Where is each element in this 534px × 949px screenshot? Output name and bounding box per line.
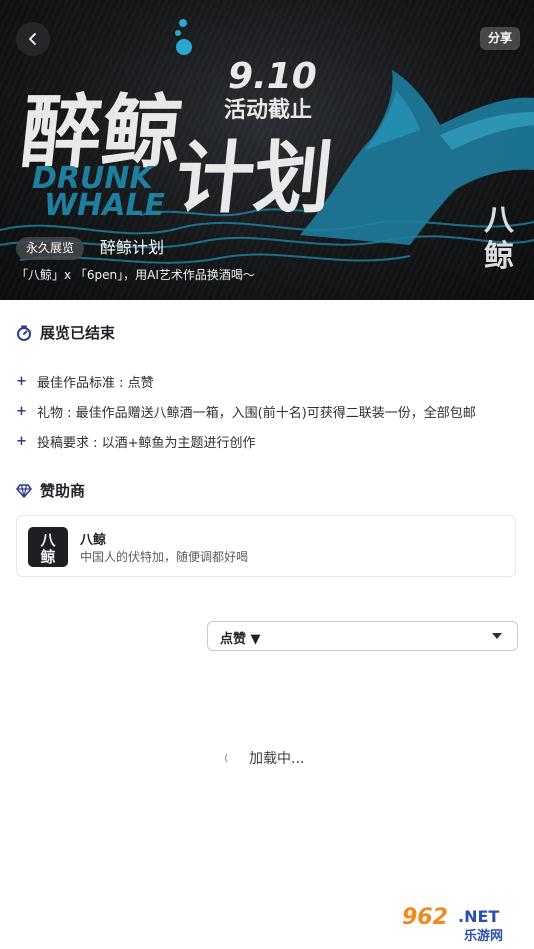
- site-watermark: 962 .NET 乐游网: [396, 900, 528, 944]
- timer-icon: [17, 325, 31, 341]
- status-title: 展览已结束: [40, 324, 116, 342]
- watermark-number: 962: [402, 905, 448, 930]
- brand-logo-icon: 八 鲸: [484, 203, 515, 274]
- rule-text: 投稿要求 : 以酒+鲸鱼为主题进行创作: [37, 435, 256, 451]
- list-item: + 投稿要求 : 以酒+鲸鱼为主题进行创作: [16, 426, 516, 456]
- exhibition-subtitle: 「八鲸」x 「6pen」，用AI艺术作品换酒喝〜: [16, 268, 255, 282]
- loading-text: 加载中...: [249, 751, 305, 767]
- back-button[interactable]: [16, 22, 50, 56]
- banner-date: 9.10: [228, 56, 317, 97]
- banner-title-en-2: WHALE: [44, 188, 166, 223]
- plus-icon: +: [16, 403, 27, 419]
- svg-text:鲸: 鲸: [484, 239, 514, 274]
- spinner-icon: [225, 752, 237, 764]
- exhibition-name: 醉鲸计划: [100, 238, 165, 257]
- sponsor-section-heading: 赞助商: [16, 480, 85, 501]
- list-item: + 礼物 : 最佳作品赠送八鲸酒一箱，入围(前十名)可获得二联装一份，全部包邮: [16, 396, 516, 426]
- diamond-icon: [16, 483, 32, 498]
- exhibition-status: 展览已结束: [16, 322, 115, 343]
- exhibition-banner: 醉鲸 计划 DRUNK WHALE 9.10 活动截止 八 鲸 分享 永久展览 …: [0, 0, 534, 300]
- svg-text:八: 八: [484, 203, 515, 238]
- watermark-site: 乐游网: [464, 928, 503, 944]
- plus-icon: +: [16, 373, 27, 389]
- loading-indicator: 加载中...: [225, 748, 304, 768]
- caret-down-icon: [492, 633, 502, 639]
- svg-text:八: 八: [39, 531, 56, 549]
- rule-text: 最佳作品标准 : 点赞: [37, 375, 154, 391]
- sponsor-logo-mark: 八 鲸: [39, 531, 56, 566]
- share-button[interactable]: 分享: [479, 27, 520, 50]
- sort-selected-value: 点赞 ▼: [220, 632, 261, 647]
- chevron-left-icon: [29, 33, 36, 45]
- rules-list: + 最佳作品标准 : 点赞 + 礼物 : 最佳作品赠送八鲸酒一箱，入围(前十名)…: [16, 366, 516, 456]
- svg-text:鲸: 鲸: [40, 548, 55, 566]
- rule-text: 礼物 : 最佳作品赠送八鲸酒一箱，入围(前十名)可获得二联装一份，全部包邮: [37, 405, 476, 421]
- list-item: + 最佳作品标准 : 点赞: [16, 366, 516, 396]
- sort-dropdown[interactable]: 点赞 ▼: [207, 621, 518, 651]
- banner-deadline: 活动截止: [224, 98, 312, 123]
- sponsor-logo: 八 鲸: [28, 527, 68, 567]
- bubble-dots: [175, 19, 192, 55]
- plus-icon: +: [16, 433, 27, 449]
- sponsor-section-title: 赞助商: [40, 482, 86, 500]
- sponsor-description: 中国人的伏特加，随便调都好喝: [80, 550, 249, 564]
- banner-title-cn-2: 计划: [171, 133, 337, 224]
- watermark-suffix: .NET: [458, 907, 499, 926]
- sponsor-name: 八鲸: [80, 533, 107, 548]
- exhibition-tag: 永久展览: [16, 237, 85, 260]
- sponsor-card[interactable]: 八 鲸 八鲸 中国人的伏特加，随便调都好喝: [16, 515, 516, 577]
